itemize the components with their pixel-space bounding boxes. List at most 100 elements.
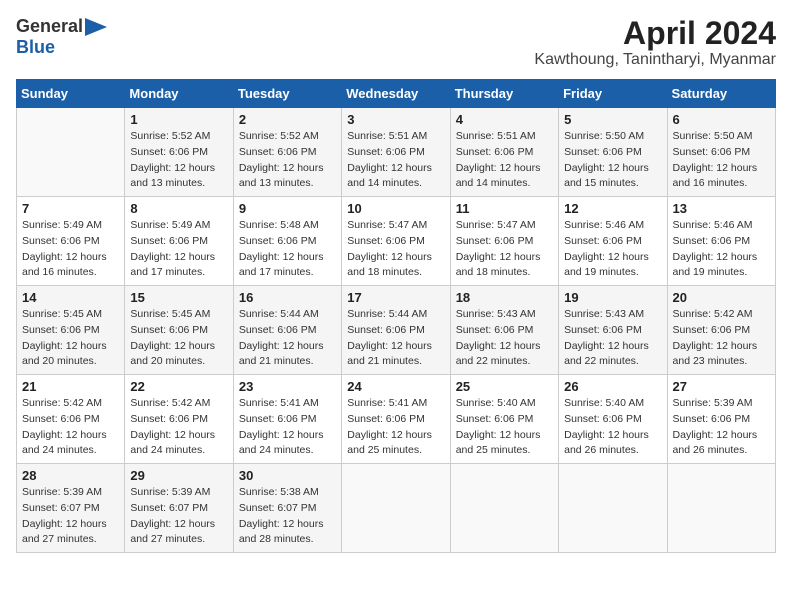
day-detail: Sunrise: 5:43 AM Sunset: 6:06 PM Dayligh… <box>564 307 661 370</box>
day-detail: Sunrise: 5:49 AM Sunset: 6:06 PM Dayligh… <box>130 218 227 281</box>
header-cell: Friday <box>559 80 667 108</box>
day-number: 7 <box>22 201 119 216</box>
day-detail: Sunrise: 5:40 AM Sunset: 6:06 PM Dayligh… <box>564 396 661 459</box>
day-number: 15 <box>130 290 227 305</box>
calendar-cell: 22 Sunrise: 5:42 AM Sunset: 6:06 PM Dayli… <box>125 375 233 464</box>
day-number: 26 <box>564 379 661 394</box>
day-detail: Sunrise: 5:51 AM Sunset: 6:06 PM Dayligh… <box>456 129 553 192</box>
day-detail: Sunrise: 5:39 AM Sunset: 6:06 PM Dayligh… <box>673 396 770 459</box>
calendar-table: SundayMondayTuesdayWednesdayThursdayFrid… <box>16 79 776 553</box>
day-number: 21 <box>22 379 119 394</box>
day-number: 18 <box>456 290 553 305</box>
calendar-cell: 12Sunrise: 5:46 AM Sunset: 6:06 PM Dayli… <box>559 197 667 286</box>
day-number: 29 <box>130 468 227 483</box>
day-detail: Sunrise: 5:38 AM Sunset: 6:07 PM Dayligh… <box>239 485 336 548</box>
calendar-cell: 16Sunrise: 5:44 AM Sunset: 6:06 PM Dayli… <box>233 286 341 375</box>
header-cell: Tuesday <box>233 80 341 108</box>
calendar-cell <box>559 464 667 553</box>
calendar-week-row: 14 Sunrise: 5:45 AM Sunset: 6:06 PM Dayli… <box>17 286 776 375</box>
day-number: 14 <box>22 290 119 305</box>
day-number: 27 <box>673 379 770 394</box>
day-number: 23 <box>239 379 336 394</box>
logo-icon <box>85 18 107 36</box>
calendar-cell: 27 Sunrise: 5:39 AM Sunset: 6:06 PM Dayli… <box>667 375 775 464</box>
day-detail: Sunrise: 5:41 AM Sunset: 6:06 PM Dayligh… <box>239 396 336 459</box>
day-number: 10 <box>347 201 444 216</box>
calendar-cell: 25 Sunrise: 5:40 AM Sunset: 6:06 PM Dayli… <box>450 375 558 464</box>
calendar-cell: 19 Sunrise: 5:43 AM Sunset: 6:06 PM Dayli… <box>559 286 667 375</box>
day-detail: Sunrise: 5:48 AM Sunset: 6:06 PM Dayligh… <box>239 218 336 281</box>
calendar-header: SundayMondayTuesdayWednesdayThursdayFrid… <box>17 80 776 108</box>
day-number: 25 <box>456 379 553 394</box>
calendar-cell: 24 Sunrise: 5:41 AM Sunset: 6:06 PM Dayli… <box>342 375 450 464</box>
logo-general: General <box>16 16 83 37</box>
calendar-cell: 26 Sunrise: 5:40 AM Sunset: 6:06 PM Dayli… <box>559 375 667 464</box>
day-detail: Sunrise: 5:49 AM Sunset: 6:06 PM Dayligh… <box>22 218 119 281</box>
day-detail: Sunrise: 5:51 AM Sunset: 6:06 PM Dayligh… <box>347 129 444 192</box>
day-detail: Sunrise: 5:50 AM Sunset: 6:06 PM Dayligh… <box>564 129 661 192</box>
day-number: 28 <box>22 468 119 483</box>
day-detail: Sunrise: 5:47 AM Sunset: 6:06 PM Dayligh… <box>347 218 444 281</box>
calendar-cell <box>17 108 125 197</box>
day-detail: Sunrise: 5:52 AM Sunset: 6:06 PM Dayligh… <box>130 129 227 192</box>
day-detail: Sunrise: 5:39 AM Sunset: 6:07 PM Dayligh… <box>22 485 119 548</box>
calendar-week-row: 28 Sunrise: 5:39 AM Sunset: 6:07 PM Dayli… <box>17 464 776 553</box>
day-number: 3 <box>347 112 444 127</box>
day-detail: Sunrise: 5:42 AM Sunset: 6:06 PM Dayligh… <box>673 307 770 370</box>
day-detail: Sunrise: 5:46 AM Sunset: 6:06 PM Dayligh… <box>673 218 770 281</box>
calendar-cell: 23 Sunrise: 5:41 AM Sunset: 6:06 PM Dayli… <box>233 375 341 464</box>
header-cell: Saturday <box>667 80 775 108</box>
day-number: 1 <box>130 112 227 127</box>
day-number: 4 <box>456 112 553 127</box>
day-number: 19 <box>564 290 661 305</box>
day-number: 30 <box>239 468 336 483</box>
calendar-cell <box>450 464 558 553</box>
day-number: 17 <box>347 290 444 305</box>
calendar-cell: 4 Sunrise: 5:51 AM Sunset: 6:06 PM Daylig… <box>450 108 558 197</box>
day-number: 12 <box>564 201 661 216</box>
calendar-cell: 21 Sunrise: 5:42 AM Sunset: 6:06 PM Dayli… <box>17 375 125 464</box>
calendar-cell: 11Sunrise: 5:47 AM Sunset: 6:06 PM Dayli… <box>450 197 558 286</box>
day-number: 11 <box>456 201 553 216</box>
calendar-cell: 3 Sunrise: 5:51 AM Sunset: 6:06 PM Daylig… <box>342 108 450 197</box>
calendar-cell: 14 Sunrise: 5:45 AM Sunset: 6:06 PM Dayli… <box>17 286 125 375</box>
day-detail: Sunrise: 5:42 AM Sunset: 6:06 PM Dayligh… <box>130 396 227 459</box>
calendar-cell: 9 Sunrise: 5:48 AM Sunset: 6:06 PM Daylig… <box>233 197 341 286</box>
calendar-cell: 15Sunrise: 5:45 AM Sunset: 6:06 PM Dayli… <box>125 286 233 375</box>
day-number: 5 <box>564 112 661 127</box>
header-cell: Thursday <box>450 80 558 108</box>
day-detail: Sunrise: 5:44 AM Sunset: 6:06 PM Dayligh… <box>347 307 444 370</box>
day-number: 22 <box>130 379 227 394</box>
calendar-cell: 30 Sunrise: 5:38 AM Sunset: 6:07 PM Dayli… <box>233 464 341 553</box>
calendar-cell: 7 Sunrise: 5:49 AM Sunset: 6:06 PM Daylig… <box>17 197 125 286</box>
calendar-cell: 18Sunrise: 5:43 AM Sunset: 6:06 PM Dayli… <box>450 286 558 375</box>
calendar-cell: 28 Sunrise: 5:39 AM Sunset: 6:07 PM Dayli… <box>17 464 125 553</box>
day-detail: Sunrise: 5:41 AM Sunset: 6:06 PM Dayligh… <box>347 396 444 459</box>
day-detail: Sunrise: 5:42 AM Sunset: 6:06 PM Dayligh… <box>22 396 119 459</box>
day-number: 20 <box>673 290 770 305</box>
header-cell: Wednesday <box>342 80 450 108</box>
calendar-cell: 17 Sunrise: 5:44 AM Sunset: 6:06 PM Dayli… <box>342 286 450 375</box>
calendar-cell: 5 Sunrise: 5:50 AM Sunset: 6:06 PM Daylig… <box>559 108 667 197</box>
day-number: 9 <box>239 201 336 216</box>
title-area: April 2024 Kawthoung, Tanintharyi, Myanm… <box>534 16 776 69</box>
calendar-cell <box>667 464 775 553</box>
calendar-week-row: 1 Sunrise: 5:52 AM Sunset: 6:06 PM Daylig… <box>17 108 776 197</box>
header-cell: Monday <box>125 80 233 108</box>
day-detail: Sunrise: 5:52 AM Sunset: 6:06 PM Dayligh… <box>239 129 336 192</box>
calendar-cell: 13 Sunrise: 5:46 AM Sunset: 6:06 PM Dayli… <box>667 197 775 286</box>
calendar-body: 1 Sunrise: 5:52 AM Sunset: 6:06 PM Daylig… <box>17 108 776 553</box>
calendar-cell: 10 Sunrise: 5:47 AM Sunset: 6:06 PM Dayli… <box>342 197 450 286</box>
header: General Blue April 2024 Kawthoung, Tanin… <box>16 16 776 69</box>
day-detail: Sunrise: 5:45 AM Sunset: 6:06 PM Dayligh… <box>22 307 119 370</box>
day-number: 24 <box>347 379 444 394</box>
day-detail: Sunrise: 5:40 AM Sunset: 6:06 PM Dayligh… <box>456 396 553 459</box>
calendar-cell <box>342 464 450 553</box>
day-detail: Sunrise: 5:50 AM Sunset: 6:06 PM Dayligh… <box>673 129 770 192</box>
day-number: 13 <box>673 201 770 216</box>
logo-blue: Blue <box>16 37 55 57</box>
calendar-cell: 20 Sunrise: 5:42 AM Sunset: 6:06 PM Dayli… <box>667 286 775 375</box>
calendar-cell: 2Sunrise: 5:52 AM Sunset: 6:06 PM Daylig… <box>233 108 341 197</box>
calendar-week-row: 21 Sunrise: 5:42 AM Sunset: 6:06 PM Dayli… <box>17 375 776 464</box>
logo: General Blue <box>16 16 107 58</box>
